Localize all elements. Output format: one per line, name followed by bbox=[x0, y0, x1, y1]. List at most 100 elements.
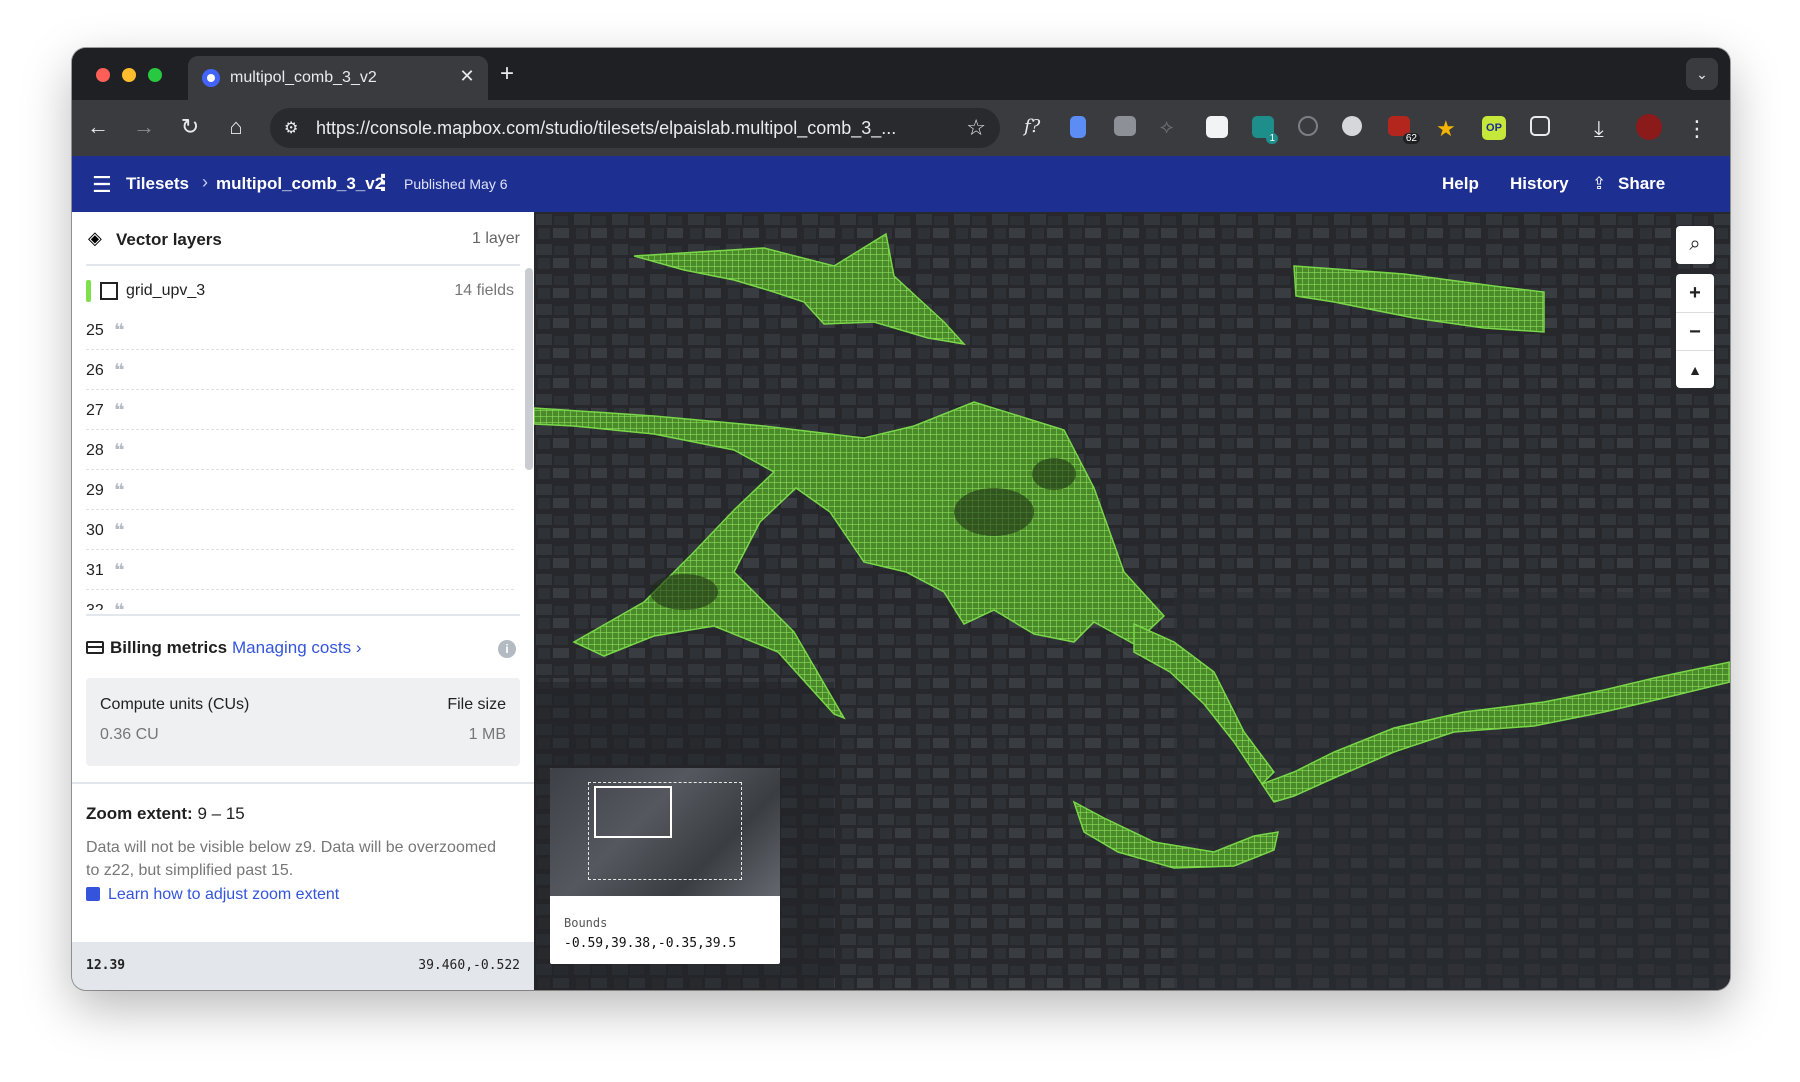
breadcrumb-tilesets[interactable]: Tilesets bbox=[126, 174, 189, 194]
field-name: 28 bbox=[86, 442, 104, 459]
learn-zoom-link[interactable]: Learn how to adjust zoom extent bbox=[86, 886, 339, 904]
site-settings-icon[interactable]: ⚙ bbox=[284, 118, 298, 138]
sheets-extension-icon[interactable]: 1 bbox=[1252, 116, 1278, 144]
tab-search-button[interactable]: ⌄ bbox=[1686, 58, 1718, 90]
history-link[interactable]: History bbox=[1510, 174, 1569, 194]
zoom-extent-description: Data will not be visible below z9. Data … bbox=[86, 839, 496, 879]
list-item[interactable]: 28 ❝ bbox=[86, 430, 514, 470]
tab-strip: multipol_comb_3_v2 ✕ + ⌄ bbox=[72, 48, 1730, 100]
layer-name: grid_upv_3 bbox=[126, 282, 206, 299]
hamburger-menu-icon[interactable]: ☰ bbox=[92, 172, 112, 198]
reader-extension-icon[interactable] bbox=[1206, 116, 1228, 138]
back-button[interactable]: ← bbox=[84, 114, 112, 140]
formula-extension-icon[interactable]: f? bbox=[1024, 116, 1048, 140]
book-icon bbox=[86, 887, 100, 901]
close-tab-icon[interactable]: ✕ bbox=[456, 66, 478, 87]
field-name: 30 bbox=[86, 522, 104, 539]
map-navigation-controls: + − ▲ bbox=[1676, 274, 1714, 388]
divider bbox=[86, 614, 520, 616]
compute-units-value: 0.36 CU bbox=[100, 726, 159, 743]
field-list[interactable]: 25 ❝ 26 ❝ 27 ❝ 28 ❝ 29 ❝ 30 ❝ 31 ❝ 32 ❝ bbox=[86, 310, 514, 610]
browser-menu-icon[interactable]: ⋮ bbox=[1686, 116, 1710, 141]
notifications-extension-icon[interactable]: 62 bbox=[1388, 116, 1420, 144]
browser-window: multipol_comb_3_v2 ✕ + ⌄ ← → ↻ ⌂ ⚙ https… bbox=[72, 48, 1730, 990]
string-type-icon: ❝ bbox=[114, 480, 125, 500]
zoom-readout: 12.39 bbox=[86, 958, 126, 973]
tileset-options-icon[interactable]: ⋮ bbox=[372, 170, 394, 196]
new-tab-button[interactable]: + bbox=[500, 60, 514, 88]
layers-icon: ◈ bbox=[88, 228, 102, 248]
maximize-window-button[interactable] bbox=[148, 68, 162, 82]
help-link[interactable]: Help bbox=[1442, 174, 1479, 194]
docs-extension-icon[interactable] bbox=[1070, 116, 1086, 138]
coordinate-readout: 39.460,-0.522 bbox=[418, 958, 520, 973]
file-size-value: 1 MB bbox=[468, 726, 506, 743]
puzzle-extension-icon[interactable]: ⟡ bbox=[1160, 116, 1184, 140]
field-name: 29 bbox=[86, 482, 104, 499]
tab-title: multipol_comb_3_v2 bbox=[230, 69, 377, 86]
tab-active[interactable]: multipol_comb_3_v2 ✕ bbox=[188, 56, 488, 100]
managing-costs-label: Managing costs bbox=[232, 638, 352, 657]
field-name: 27 bbox=[86, 402, 104, 419]
map-canvas[interactable]: ⌕ + − ▲ Bounds -0.59,39.38,-0.35,39.5 bbox=[534, 212, 1730, 990]
chevron-right-icon: › bbox=[202, 172, 208, 192]
list-item[interactable]: 32 ❝ bbox=[86, 590, 514, 610]
minimize-window-button[interactable] bbox=[122, 68, 136, 82]
string-type-icon: ❝ bbox=[114, 320, 125, 340]
address-bar[interactable]: ⚙ https://console.mapbox.com/studio/tile… bbox=[270, 108, 1000, 148]
field-list-scrollbar[interactable] bbox=[525, 268, 533, 470]
status-footer: 12.39 39.460,-0.522 bbox=[72, 942, 534, 990]
string-type-icon: ❝ bbox=[114, 560, 125, 580]
app-header: ☰ Tilesets › multipol_comb_3_v2 ⋮ Publis… bbox=[72, 156, 1730, 212]
close-window-button[interactable] bbox=[96, 68, 110, 82]
list-item[interactable]: 30 ❝ bbox=[86, 510, 514, 550]
search-icon: ⌕ bbox=[1689, 233, 1701, 255]
list-item[interactable]: 29 ❝ bbox=[86, 470, 514, 510]
vector-layers-title: Vector layers bbox=[116, 230, 222, 249]
mapbox-favicon-icon bbox=[202, 69, 220, 87]
breadcrumb-current[interactable]: multipol_comb_3_v2 bbox=[216, 174, 384, 194]
layer-item[interactable]: grid_upv_3 14 fields bbox=[86, 278, 514, 306]
zoom-in-button[interactable]: + bbox=[1676, 274, 1714, 312]
zoom-extent-label: Zoom extent: bbox=[86, 804, 193, 823]
string-type-icon: ❝ bbox=[114, 360, 125, 380]
profile-extension-icon[interactable] bbox=[1342, 116, 1362, 136]
home-button[interactable]: ⌂ bbox=[222, 114, 250, 140]
credit-card-icon bbox=[86, 641, 104, 654]
url-text: https://console.mapbox.com/studio/tilese… bbox=[316, 118, 897, 138]
billing-metrics-title: Billing metrics bbox=[86, 638, 227, 658]
info-icon[interactable]: i bbox=[498, 640, 516, 658]
bounds-label: Bounds bbox=[564, 916, 608, 930]
layer-count: 1 layer bbox=[471, 230, 520, 247]
compass-button[interactable]: ▲ bbox=[1676, 350, 1714, 388]
reload-button[interactable]: ↻ bbox=[176, 114, 204, 140]
sidebar: ◈ Vector layers 1 layer grid_upv_3 14 fi… bbox=[72, 212, 534, 990]
star-extension-icon[interactable]: ★ bbox=[1436, 116, 1460, 141]
list-item[interactable]: 26 ❝ bbox=[86, 350, 514, 390]
extensions-puzzle-icon[interactable] bbox=[1530, 116, 1550, 136]
list-item[interactable]: 25 ❝ bbox=[86, 310, 514, 350]
list-item[interactable]: 27 ❝ bbox=[86, 390, 514, 430]
share-button[interactable]: Share bbox=[1618, 174, 1665, 194]
share-icon[interactable]: ⇪ bbox=[1592, 174, 1606, 194]
zoom-extent-value: 9 – 15 bbox=[197, 804, 245, 823]
map-search-button[interactable]: ⌕ bbox=[1676, 226, 1714, 264]
forward-button[interactable]: → bbox=[130, 114, 158, 140]
zoom-out-button[interactable]: − bbox=[1676, 312, 1714, 350]
printer-extension-icon[interactable] bbox=[1114, 116, 1136, 136]
bookmark-star-icon[interactable]: ☆ bbox=[966, 115, 986, 141]
list-item[interactable]: 31 ❝ bbox=[86, 550, 514, 590]
avatar[interactable] bbox=[1636, 114, 1662, 140]
field-name: 31 bbox=[86, 562, 104, 579]
file-size-label: File size bbox=[447, 696, 506, 713]
string-type-icon: ❝ bbox=[114, 520, 125, 540]
op-extension-icon[interactable]: OP bbox=[1482, 116, 1506, 140]
browser-toolbar: ← → ↻ ⌂ ⚙ https://console.mapbox.com/stu… bbox=[72, 100, 1730, 156]
blocked-extension-icon[interactable] bbox=[1298, 116, 1318, 136]
published-status: Published May 6 bbox=[404, 176, 508, 192]
managing-costs-link[interactable]: Managing costs › bbox=[232, 638, 361, 658]
layer-field-count: 14 fields bbox=[454, 282, 514, 299]
extension-count-badge: 1 bbox=[1266, 133, 1278, 144]
string-type-icon: ❝ bbox=[114, 400, 125, 420]
download-icon[interactable]: ⤓ bbox=[1594, 116, 1618, 141]
